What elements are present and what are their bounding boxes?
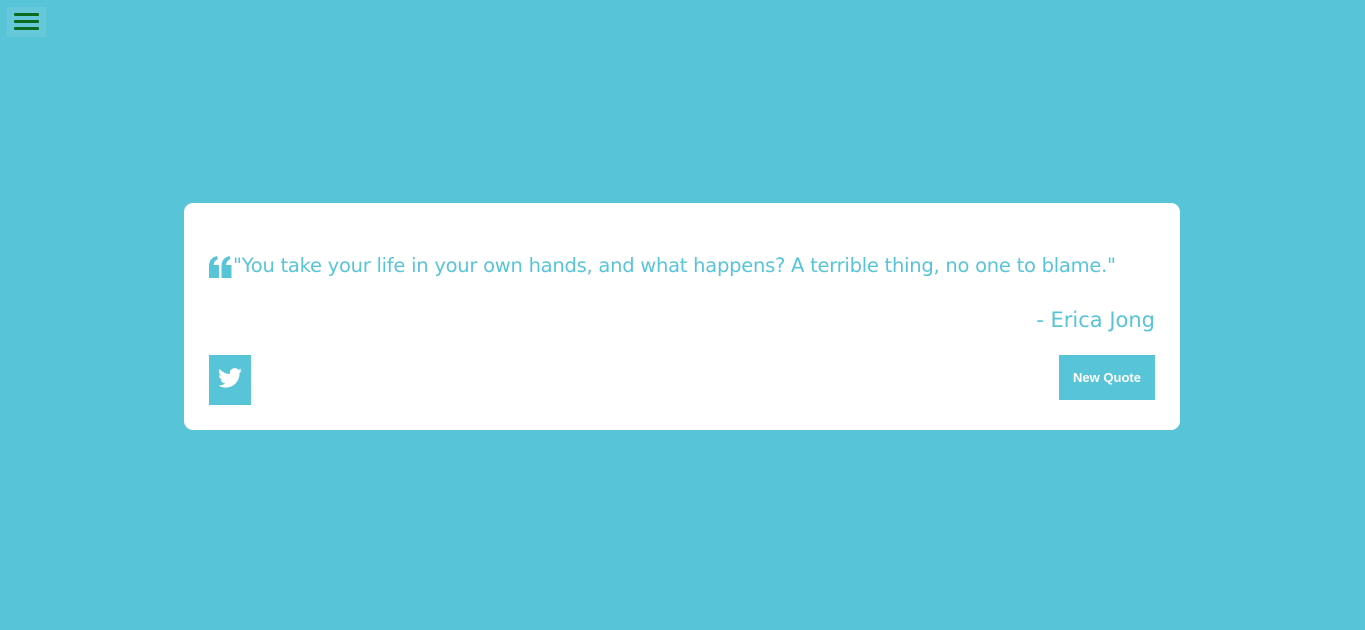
menu-button[interactable]: [7, 7, 46, 37]
quote-card: "You take your life in your own hands, a…: [184, 203, 1180, 430]
quote-author: - Erica Jong: [1036, 308, 1155, 332]
new-quote-button[interactable]: New Quote: [1059, 355, 1155, 400]
hamburger-menu-icon-bar: [14, 27, 39, 30]
quote-row: "You take your life in your own hands, a…: [209, 253, 1155, 279]
quote-text: "You take your life in your own hands, a…: [233, 254, 1116, 277]
quote-left-icon: [209, 256, 232, 278]
hamburger-menu-icon: [14, 13, 39, 16]
twitter-icon: [218, 368, 242, 392]
hamburger-menu-icon-bar: [14, 20, 39, 23]
tweet-button[interactable]: [209, 355, 251, 405]
